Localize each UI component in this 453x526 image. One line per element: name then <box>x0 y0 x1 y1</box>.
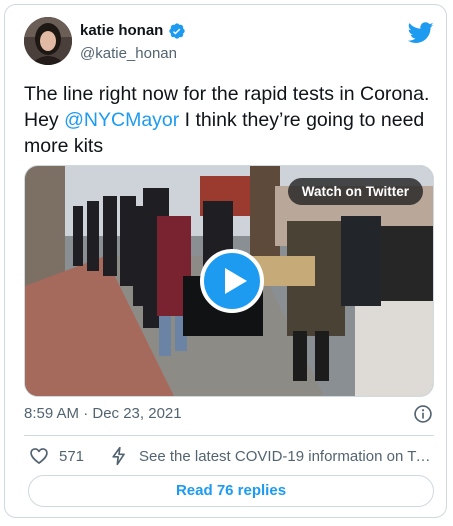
tweet-embed-card: katie honan @katie_honan The line right … <box>4 4 447 518</box>
covid-info-link[interactable]: See the latest COVID-19 information on T… <box>139 448 435 465</box>
video-thumbnail[interactable]: Watch on Twitter <box>24 165 434 397</box>
info-icon[interactable] <box>413 404 433 424</box>
tweet-timestamp[interactable]: 8:59 AM · Dec 23, 2021 <box>24 405 182 422</box>
tweet-text: The line right now for the rapid tests i… <box>24 81 436 159</box>
verified-badge-icon <box>169 23 185 39</box>
author-handle[interactable]: @katie_honan <box>80 45 177 62</box>
avatar[interactable] <box>24 17 72 65</box>
avatar-image <box>24 17 72 65</box>
twitter-bird-icon[interactable] <box>408 22 434 44</box>
lightning-icon <box>112 446 125 466</box>
play-icon[interactable] <box>200 249 264 313</box>
like-count[interactable]: 571 <box>59 448 84 465</box>
author-display-name[interactable]: katie honan <box>80 22 163 39</box>
divider <box>24 435 434 436</box>
read-replies-button[interactable]: Read 76 replies <box>28 475 434 507</box>
heart-icon[interactable] <box>29 446 49 466</box>
mention-link[interactable]: @NYCMayor <box>64 109 179 131</box>
watch-on-twitter-button[interactable]: Watch on Twitter <box>287 178 423 205</box>
